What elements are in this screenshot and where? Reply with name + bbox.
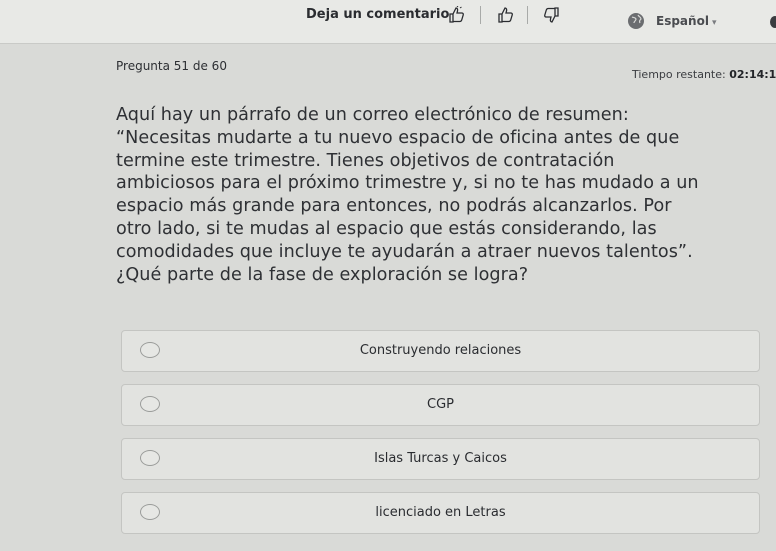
timer-label: Tiempo restante:	[632, 68, 726, 81]
thumbs-up-outline-icon[interactable]	[447, 5, 467, 25]
prompt-line: comodidades que incluye te ayudarán a at…	[116, 241, 693, 262]
language-selector[interactable]: Español ▾	[656, 14, 716, 28]
prompt-line: ambiciosos para el próximo trimestre y, …	[116, 173, 699, 194]
answer-option-label: CGP	[427, 397, 454, 412]
thumbs-down-icon[interactable]	[541, 5, 561, 25]
answer-option[interactable]: licenciado en Letras	[121, 492, 760, 534]
prompt-line: espacio más grande para entonces, no pod…	[116, 196, 672, 217]
timer-value: 02:14:11	[729, 68, 776, 81]
answer-option-label: Islas Turcas y Caicos	[374, 451, 507, 466]
thumbs-up-icon[interactable]	[496, 5, 516, 25]
prompt-line: termine este trimestre. Tienes objetivos…	[116, 150, 615, 171]
chevron-down-icon: ▾	[711, 18, 717, 28]
edge-icon	[770, 16, 776, 28]
globe-icon[interactable]	[627, 12, 645, 30]
language-label: Español	[656, 14, 709, 28]
answer-option[interactable]: Construyendo relaciones	[121, 330, 760, 372]
divider	[480, 6, 481, 24]
prompt-line: ¿Qué parte de la fase de exploración se …	[116, 264, 529, 285]
question-counter: Pregunta 51 de 60	[116, 59, 227, 73]
timer: Tiempo restante: 02:14:11	[632, 68, 776, 81]
feedback-label: Deja un comentario	[306, 7, 450, 22]
question-prompt: Aquí hay un párrafo de un correo electró…	[116, 104, 768, 286]
answer-option-label: licenciado en Letras	[375, 505, 506, 520]
top-bar: Deja un comentario Español ▾	[0, 0, 776, 44]
prompt-line: “Necesitas mudarte a tu nuevo espacio de…	[116, 127, 680, 148]
prompt-line: Aquí hay un párrafo de un correo electró…	[116, 105, 629, 125]
divider	[527, 6, 528, 24]
answer-option[interactable]: CGP	[121, 384, 760, 426]
prompt-line: otro lado, si te mudas al espacio que es…	[116, 218, 657, 239]
answer-option[interactable]: Islas Turcas y Caicos	[121, 438, 760, 480]
answer-option-label: Construyendo relaciones	[359, 343, 522, 358]
